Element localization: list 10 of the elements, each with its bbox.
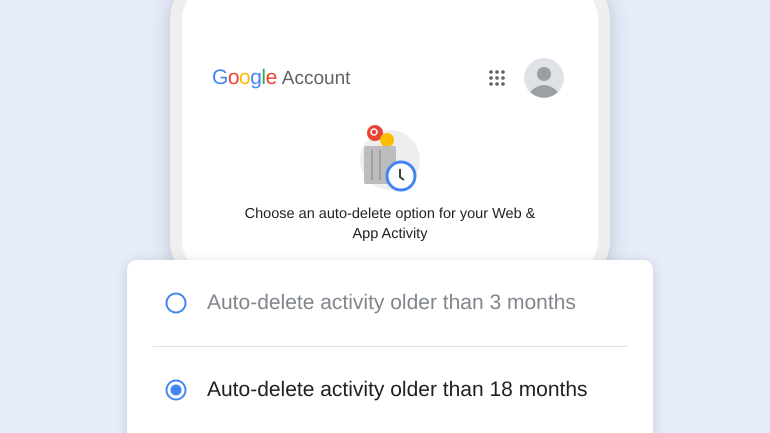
account-title: Account (282, 67, 350, 92)
option-label[interactable]: Auto-delete activity older than 18 months (207, 374, 588, 406)
apps-grid-icon[interactable] (488, 69, 506, 87)
option-label[interactable]: Auto-delete activity older than 3 months (207, 287, 576, 319)
trash-clock-drawing (358, 124, 422, 192)
radio-button[interactable] (165, 292, 187, 314)
google-logo: Google (212, 65, 277, 92)
prompt-text: Choose an auto-delete option for your Web & App Activity (244, 205, 536, 244)
avatar-icon[interactable] (524, 58, 564, 98)
radio-button[interactable] (165, 378, 187, 400)
